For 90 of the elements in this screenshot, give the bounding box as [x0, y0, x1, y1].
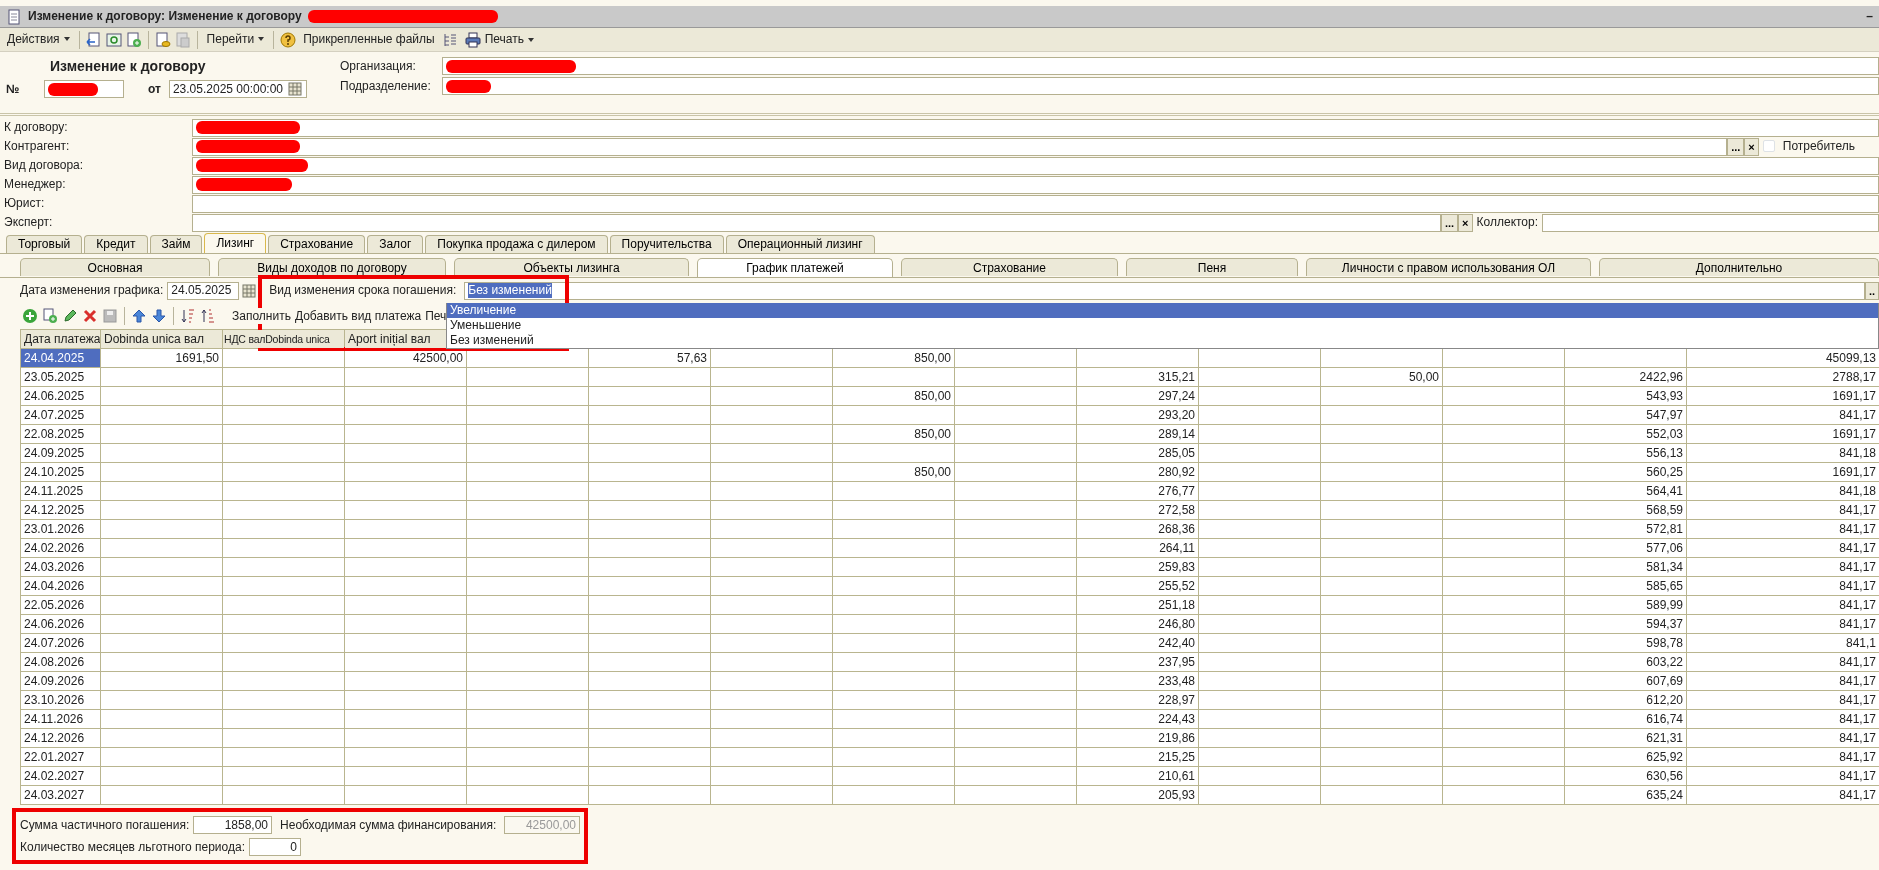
caret-icon — [258, 37, 265, 42]
input-field[interactable] — [192, 137, 1728, 156]
toolbar-button[interactable]: Печ — [423, 307, 449, 325]
tab[interactable]: Объекты лизинга — [454, 258, 689, 276]
tab[interactable]: Лизинг — [204, 233, 267, 253]
tab[interactable]: Операционный лизинг — [725, 235, 875, 253]
column-header[interactable]: НДС валDobinda unica — [222, 329, 345, 349]
input-field[interactable] — [192, 194, 1879, 213]
caret-icon — [528, 37, 534, 42]
form-title: Изменение к договору — [50, 58, 207, 76]
field-label: Необходимая сумма финансирования: — [280, 817, 497, 833]
menu-button[interactable]: Действия — [4, 31, 73, 48]
field-label: К договору: — [3, 120, 69, 135]
tab[interactable]: Залог — [367, 235, 424, 253]
tab[interactable]: Покупка продажа с дилером — [425, 235, 608, 253]
sort-ascending-icon[interactable] — [180, 308, 196, 324]
field-label: Вид договора: — [3, 158, 85, 173]
date-field[interactable]: 24.05.2025 — [167, 281, 240, 300]
tab[interactable]: Личности с правом использования ОЛ — [1306, 258, 1591, 276]
tab[interactable]: Страхование — [901, 258, 1118, 276]
document-add-icon[interactable] — [125, 31, 142, 48]
toolbar-button[interactable]: Заполнить — [230, 307, 293, 325]
department-field[interactable] — [442, 77, 1879, 95]
field-button[interactable]: ... — [1727, 137, 1745, 156]
pencil-icon[interactable] — [62, 308, 78, 324]
tree-list-icon[interactable] — [441, 31, 458, 48]
document-icon — [6, 8, 22, 25]
minimize-button[interactable]: – — [1866, 9, 1873, 24]
menu-button[interactable]: Перейти — [203, 31, 268, 48]
field-label: Менеджер: — [3, 177, 67, 192]
number-field[interactable] — [44, 80, 124, 98]
calendar-icon[interactable] — [287, 81, 304, 97]
spin-field[interactable]: 0 — [249, 838, 301, 856]
tab[interactable]: Поручительства — [609, 235, 724, 253]
field-label: Подразделение: — [340, 78, 432, 94]
field-label: Коллектор: — [1475, 215, 1540, 230]
date-field[interactable]: 23.05.2025 00:00:00 — [168, 80, 308, 98]
toolbar-button[interactable]: Добавить вид платежа — [292, 307, 424, 325]
input-field[interactable] — [192, 213, 1441, 232]
tab[interactable]: Займ — [149, 235, 203, 253]
field-label: Дата изменения графика: — [20, 283, 164, 298]
delete-icon[interactable] — [82, 308, 98, 324]
field-label: Эксперт: — [3, 215, 54, 230]
input-field[interactable]: 1858,00 — [193, 816, 273, 834]
redaction-mark — [446, 79, 491, 93]
tab[interactable]: Дополнительно — [1599, 258, 1879, 276]
field-button[interactable]: ... — [1440, 213, 1459, 232]
date-label: от — [148, 81, 161, 97]
field-label: Юрист: — [3, 196, 46, 211]
tab[interactable]: Основная — [20, 258, 210, 276]
printer-icon — [464, 31, 481, 48]
field-label: Количество месяцев льготного периода: — [20, 839, 245, 855]
help-icon[interactable] — [280, 31, 297, 48]
field-label: Вид изменения срока погашения: — [269, 283, 457, 298]
column-header[interactable]: Дата платежа — [20, 329, 101, 349]
document-coins-icon[interactable] — [154, 31, 171, 48]
up-arrow-icon[interactable] — [131, 308, 147, 324]
input-field[interactable] — [192, 118, 1879, 137]
select-field[interactable]: Без изменений — [464, 281, 1865, 300]
input-field[interactable] — [1542, 213, 1879, 232]
organization-field[interactable] — [442, 57, 1879, 75]
down-arrow-icon[interactable] — [151, 308, 167, 324]
window-title: Изменение к договору: Изменение к договору — [28, 9, 302, 24]
add-icon[interactable] — [22, 308, 38, 324]
field-label: Контрагент: — [3, 139, 71, 154]
caret-icon — [63, 37, 70, 42]
sort-descending-icon[interactable] — [200, 308, 216, 324]
field-label: Сумма частичного погашения: — [20, 817, 190, 833]
number-label: № — [6, 81, 21, 97]
checkbox[interactable] — [1762, 140, 1775, 153]
calendar-icon[interactable] — [241, 282, 258, 299]
tab[interactable]: График платежей — [697, 258, 893, 277]
field-button[interactable]: × — [1458, 213, 1473, 232]
menu-button[interactable]: Печать — [461, 30, 537, 49]
field-label: Организация: — [340, 58, 417, 74]
toolbar-button[interactable]: Прикрепленные файлы — [300, 31, 438, 48]
tab[interactable]: Кредит — [84, 235, 148, 253]
tab[interactable]: Торговый — [6, 235, 83, 253]
input-field[interactable] — [192, 175, 1879, 194]
redaction-mark — [48, 82, 98, 96]
dropdown-option[interactable]: Увеличение — [447, 303, 1878, 318]
tab[interactable]: Страхование — [268, 235, 366, 253]
refresh-icon[interactable] — [105, 31, 122, 48]
checkbox-label: Потребитель — [1781, 139, 1856, 154]
column-header[interactable]: Dobinda unica вал — [100, 329, 223, 349]
copy-icon[interactable] — [42, 308, 58, 324]
tab[interactable]: Виды доходов по договору — [218, 258, 446, 276]
field-button[interactable]: × — [1744, 137, 1759, 156]
tab[interactable]: Пеня — [1126, 258, 1298, 276]
input-field[interactable] — [192, 156, 1879, 175]
